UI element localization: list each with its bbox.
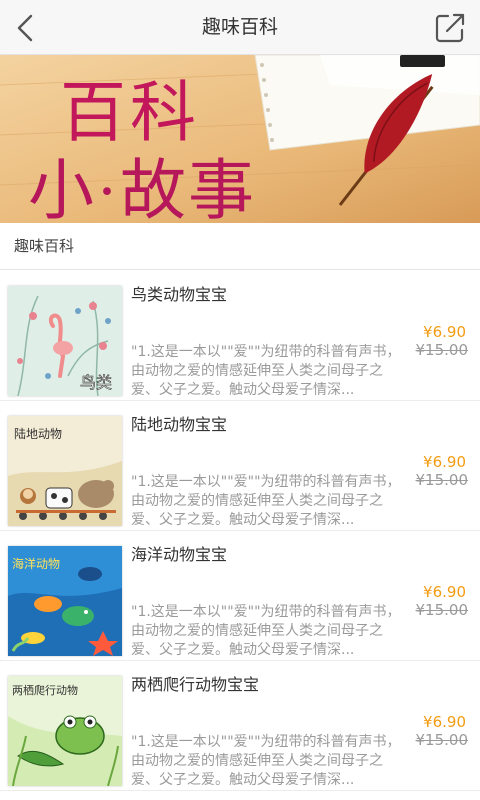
item-description: "1.这是一本以""爱""为纽带的科普有声书，由动物之爱的情感延伸至人类之间母子… [131,734,401,788]
item-price: ¥6.90 [423,323,466,341]
list-item[interactable]: 陆地动物 陆地动物宝宝 ¥6.90 ¥15.00 "1.这是一本以""爱""为纽… [0,401,480,531]
item-description: "1.这是一本以""爱""为纽带的科普有声书，由动物之爱的情感延伸至人类之间母子… [131,604,401,658]
item-price: ¥6.90 [423,583,466,601]
banner-image[interactable]: 百科 小·故事 [0,55,480,223]
item-title: 海洋动物宝宝 [131,545,228,564]
product-list: 鸟类 鸟类动物宝宝 ¥6.90 ¥15.00 "1.这是一本以""爱""为纽带的… [0,271,480,791]
banner-title-line2: 小·故事 [28,155,256,223]
item-cover-label: 海洋动物 [12,556,60,571]
item-description: "1.这是一本以""爱""为纽带的科普有声书，由动物之爱的情感延伸至人类之间母子… [131,344,401,398]
page-title: 趣味百科 [201,16,278,38]
list-item[interactable]: 两栖爬行动物 两栖爬行动物宝宝 ¥6.90 ¥15.00 "1.这是一本以""爱… [0,661,480,791]
list-item[interactable]: 鸟类 鸟类动物宝宝 ¥6.90 ¥15.00 "1.这是一本以""爱""为纽带的… [0,271,480,401]
share-icon [435,13,465,43]
item-title: 鸟类动物宝宝 [131,285,228,304]
section-title: 趣味百科 [14,237,75,255]
item-original-price: ¥15.00 [415,471,469,489]
item-original-price: ¥15.00 [415,601,469,619]
item-description: "1.这是一本以""爱""为纽带的科普有声书，由动物之爱的情感延伸至人类之间母子… [131,474,401,528]
item-cover: 海洋动物 [8,546,122,656]
banner-title-line1: 百科 [60,77,200,150]
top-bar: 趣味百科 [0,0,480,55]
item-cover-label: 陆地动物 [14,426,62,441]
item-title: 陆地动物宝宝 [131,415,228,434]
item-cover-label: 鸟类 [80,373,112,392]
item-cover: 两栖爬行动物 [8,676,122,786]
item-title: 两栖爬行动物宝宝 [131,675,260,694]
item-original-price: ¥15.00 [415,341,469,359]
item-price: ¥6.90 [423,453,466,471]
item-cover: 鸟类 [8,286,122,396]
item-cover-label: 两栖爬行动物 [12,683,78,697]
item-original-price: ¥15.00 [415,731,469,749]
list-item[interactable]: 海洋动物 海洋动物宝宝 ¥6.90 ¥15.00 "1.这是一本以""爱""为纽… [0,531,480,661]
share-button[interactable] [432,10,468,46]
item-price: ¥6.90 [423,713,466,731]
section-header: 趣味百科 [0,223,480,270]
item-cover: 陆地动物 [8,416,122,526]
